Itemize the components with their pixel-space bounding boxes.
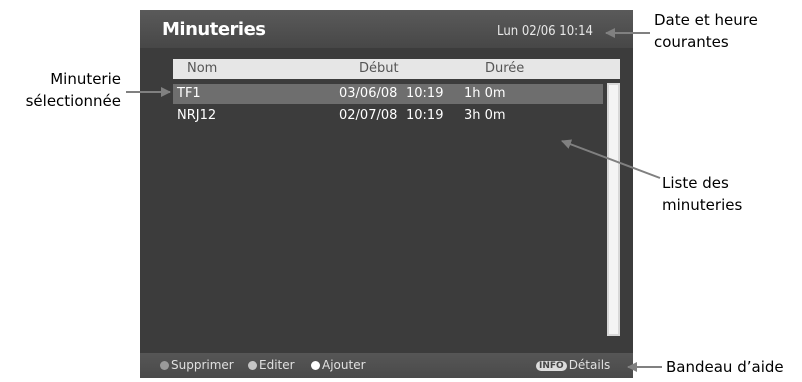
callout-selected-timer-line2: sélectionnée [25,92,121,110]
callout-selected-timer: Minuterie sélectionnée [26,68,121,112]
callout-datetime: Date et heure courantes [654,9,758,53]
callout-help-bar: Bandeau d’aide [666,358,784,376]
callout-timer-list-line2: minuteries [662,196,743,214]
callout-datetime-line2: courantes [654,33,729,51]
arrow-timer-list [561,139,661,179]
callout-timer-list-line1: Liste des [662,174,729,192]
callout-timer-list: Liste des minuteries [662,172,742,216]
callout-datetime-line1: Date et heure [654,11,758,29]
callout-selected-timer-line1: Minuterie [50,70,121,88]
